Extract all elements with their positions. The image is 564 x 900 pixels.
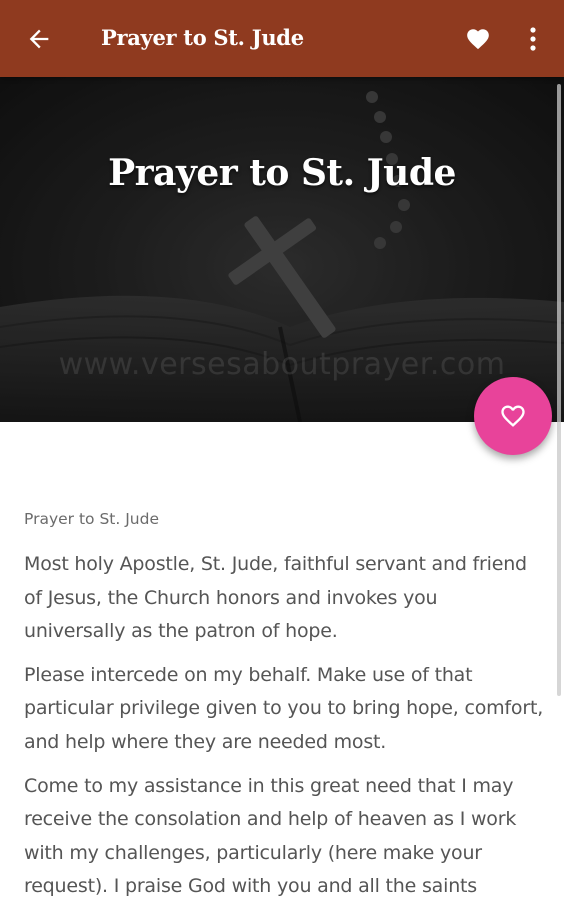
heart-outline-icon (501, 405, 525, 427)
heart-icon (467, 29, 489, 50)
watermark-text: www.versesaboutprayer.com (58, 347, 506, 382)
overflow-menu-button[interactable] (518, 22, 548, 56)
back-button[interactable] (22, 22, 56, 56)
prayer-content: Prayer to St. Jude Most holy Apostle, St… (24, 506, 544, 900)
favorite-button[interactable] (460, 22, 496, 56)
prayer-subtitle: Prayer to St. Jude (24, 510, 159, 528)
prayer-paragraph: Come to my assistance in this great need… (24, 774, 517, 898)
favorite-fab[interactable] (474, 377, 552, 455)
arrow-left-icon (29, 29, 49, 49)
app-bar: Prayer to St. Jude (0, 0, 564, 77)
prayer-paragraph: Please intercede on my behalf. Make use … (24, 663, 544, 753)
hero-image: Prayer to St. Jude www.versesaboutprayer… (0, 77, 564, 422)
more-vert-icon (530, 27, 536, 51)
scrollbar[interactable] (557, 84, 561, 696)
app-bar-title: Prayer to St. Jude (101, 25, 304, 50)
prayer-paragraph: Most holy Apostle, St. Jude, faithful se… (24, 553, 527, 643)
hero-title: Prayer to St. Jude (108, 152, 456, 194)
